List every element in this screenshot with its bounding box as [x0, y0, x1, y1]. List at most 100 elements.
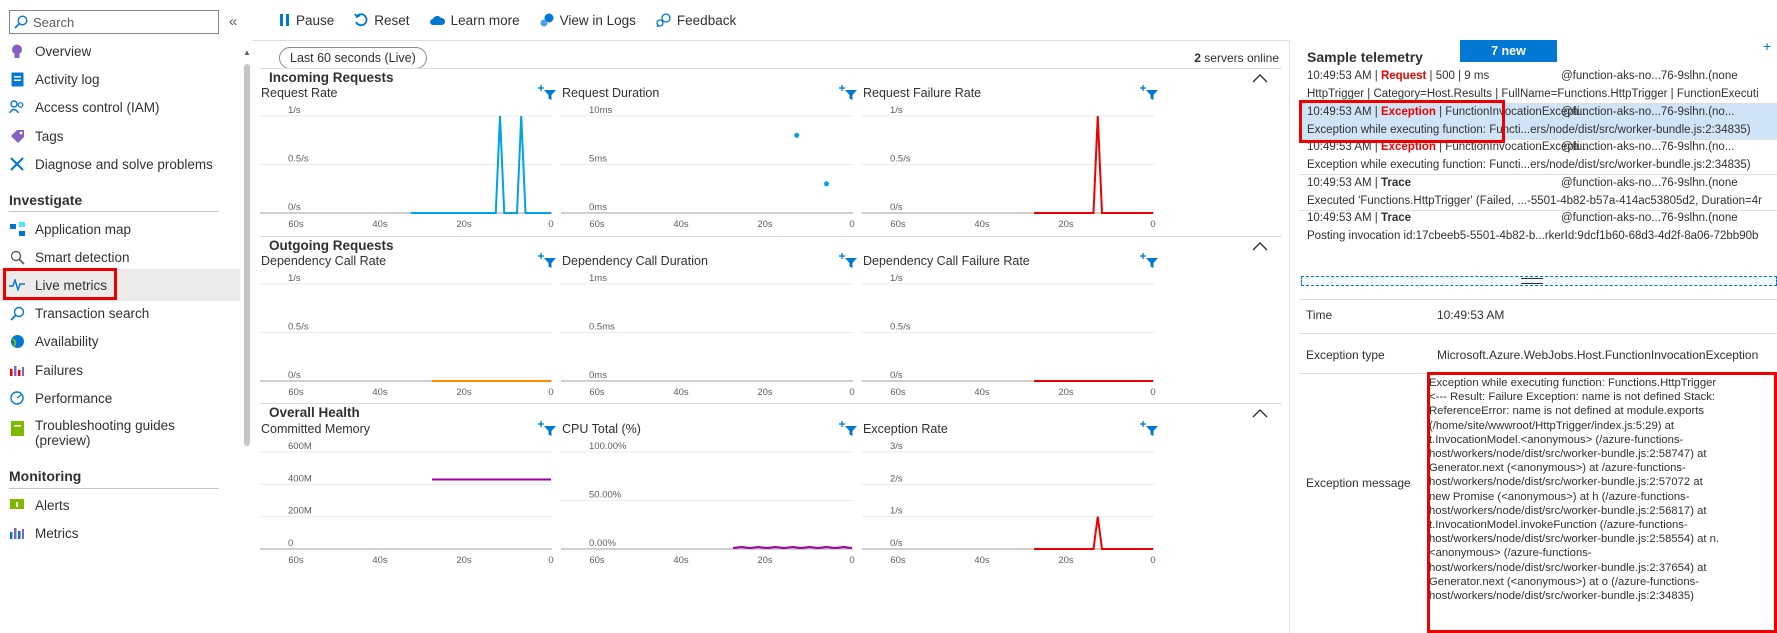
x-tick-label: 0: [548, 219, 553, 230]
guide-book-icon: [9, 420, 25, 436]
logs-icon: [540, 13, 554, 27]
reset-button[interactable]: Reset: [354, 13, 410, 28]
chart-title: Request Rate: [261, 86, 338, 100]
x-tick-label: 20s: [456, 387, 472, 398]
time-range-pill[interactable]: Last 60 seconds (Live): [279, 47, 427, 69]
detail-label: Exception message: [1306, 476, 1411, 490]
chart-title: Committed Memory: [261, 422, 371, 436]
view-in-logs-label: View in Logs: [559, 12, 636, 28]
filter-icon[interactable]: [839, 421, 857, 437]
nav-item-diagnose[interactable]: Diagnose and solve problems: [0, 148, 240, 180]
y-tick-label: 50.00%: [589, 490, 622, 501]
row-summary: Exception while executing function: Func…: [1307, 159, 1751, 171]
telemetry-row[interactable]: 10:49:53 AM | Trace @function-aks-no...7…: [1299, 210, 1777, 245]
servers-count: 2: [1194, 51, 1201, 65]
detail-value: 10:49:53 AM: [1437, 308, 1505, 322]
x-tick-label: 20s: [757, 555, 773, 566]
panel-splitter[interactable]: [1301, 276, 1777, 286]
cloud-icon: [429, 16, 445, 25]
filter-icon[interactable]: [839, 85, 857, 101]
nav-item-availability[interactable]: Availability: [0, 325, 240, 357]
nav-item-troubleshooting-guides[interactable]: Troubleshooting guides (preview): [0, 418, 240, 454]
collapse-chevron-icon[interactable]: [1252, 406, 1268, 418]
x-tick-label: 0: [849, 387, 854, 398]
collapse-chevron-icon[interactable]: [1252, 239, 1268, 251]
x-tick-label: 0: [548, 555, 553, 566]
telemetry-row[interactable]: 10:49:53 AM | Request | 500 | 9 ms @func…: [1299, 68, 1777, 103]
activity-log-icon: [9, 71, 25, 87]
filter-icon[interactable]: [538, 253, 556, 269]
application-map-icon: [9, 221, 25, 237]
chart-panel: Dependency Call Rate 1/s 0.5/s 0/s 60s 40s 20s…: [260, 253, 560, 409]
nav-label: Access control (IAM): [35, 99, 160, 115]
x-tick-label: 0: [849, 555, 854, 566]
nav-label: Failures: [35, 362, 84, 378]
telemetry-row[interactable]: 10:49:53 AM | Trace @function-aks-no...7…: [1299, 175, 1777, 210]
add-filter-icon[interactable]: +: [1763, 38, 1771, 54]
filter-icon[interactable]: [538, 85, 556, 101]
data-point: [794, 132, 800, 138]
filter-icon[interactable]: [1140, 421, 1158, 437]
detail-label: Exception type: [1306, 348, 1385, 362]
x-tick-label: 60s: [890, 219, 906, 230]
filter-icon[interactable]: [1140, 85, 1158, 101]
x-tick-label: 0: [1150, 387, 1155, 398]
highlight-box: [1427, 372, 1777, 633]
y-tick-label: 0/s: [890, 202, 903, 213]
search-input[interactable]: Search: [33, 15, 74, 30]
collapse-chevron-icon[interactable]: [1252, 71, 1268, 83]
filter-icon[interactable]: [538, 421, 556, 437]
chart-panel: Request Rate 1/s 0.5/s 0/s 60s 40s 20s 0: [260, 85, 560, 241]
nav-label: Activity log: [35, 71, 100, 87]
row-divider: [1299, 299, 1777, 300]
y-tick-label: 0/s: [890, 538, 903, 549]
filter-icon[interactable]: [1140, 253, 1158, 269]
y-tick-label: 0/s: [288, 202, 301, 213]
telemetry-row[interactable]: 10:49:53 AM | Exception | FunctionInvoca…: [1299, 139, 1777, 174]
learn-more-button[interactable]: Learn more: [429, 13, 520, 28]
nav-item-metrics[interactable]: Metrics: [0, 517, 240, 549]
detail-value: Microsoft.Azure.WebJobs.Host.FunctionInv…: [1437, 348, 1759, 362]
collapse-sidebar-icon[interactable]: «: [229, 13, 237, 30]
row-summary: Posting invocation id:17cbeeb5-5501-4b82…: [1307, 230, 1759, 242]
chart-title: CPU Total (%): [562, 422, 641, 436]
x-tick-label: 40s: [974, 555, 990, 566]
y-tick-label: 0.5/s: [288, 322, 309, 333]
y-tick-label: 1/s: [890, 506, 903, 517]
nav-item-access-control[interactable]: Access control (IAM): [0, 91, 240, 123]
alerts-icon: [9, 497, 25, 513]
nav-item-performance[interactable]: Performance: [0, 382, 240, 414]
tag-icon: [9, 128, 25, 144]
nav-label: Troubleshooting guides: [35, 418, 175, 433]
wrench-icon: [9, 156, 25, 172]
chart-panel: Dependency Call Failure Rate 1/s 0.5/s 0/s 6…: [862, 253, 1162, 409]
filter-icon[interactable]: [839, 253, 857, 269]
feedback-button[interactable]: Feedback: [656, 13, 736, 28]
y-tick-label: 100.00%: [589, 441, 627, 452]
chart-title: Exception Rate: [863, 422, 948, 436]
x-tick-label: 40s: [673, 219, 689, 230]
y-tick-label: 1/s: [288, 105, 301, 116]
new-items-badge[interactable]: 7 new: [1460, 40, 1557, 62]
chart-title: Dependency Call Failure Rate: [863, 254, 1030, 268]
y-tick-label: 0.5/s: [288, 154, 309, 165]
chart-panel: Request Failure Rate 1/s 0.5/s 0/s 60s 40s 20s…: [862, 85, 1162, 241]
sidebar-scrollbar-thumb[interactable]: [244, 64, 250, 446]
highlight-box: [1299, 100, 1505, 143]
y-tick-label: 1/s: [890, 273, 903, 284]
nav-label: Diagnose and solve problems: [35, 156, 213, 172]
pause-button[interactable]: Pause: [279, 13, 334, 28]
investigate-heading: Investigate: [9, 192, 83, 208]
feedback-label: Feedback: [676, 12, 737, 28]
nav-label: Tags: [35, 128, 64, 144]
search-box[interactable]: Search: [9, 10, 219, 34]
pause-icon: [280, 14, 289, 26]
row-server: @function-aks-no...76-9slhn.(no...: [1561, 141, 1735, 153]
view-in-logs-button[interactable]: View in Logs: [540, 13, 636, 28]
x-tick-label: 20s: [1058, 387, 1074, 398]
splitter-grip-icon[interactable]: [1521, 278, 1543, 284]
chart-title: Dependency Call Rate: [261, 254, 387, 268]
y-tick-label: 5ms: [589, 154, 607, 165]
section-title: Incoming Requests: [269, 70, 394, 85]
search-icon: [14, 15, 28, 29]
